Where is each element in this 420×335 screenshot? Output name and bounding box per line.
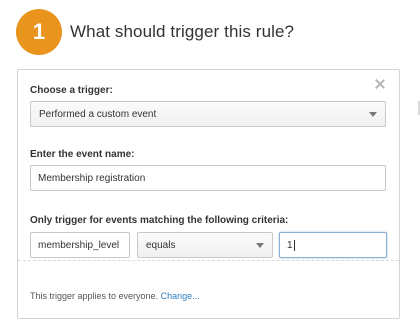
criteria-value-text: 1 [287, 239, 293, 251]
step-header: 1 What should trigger this rule? [16, 9, 294, 55]
trigger-select[interactable]: Performed a custom event [30, 101, 386, 127]
criteria-field-value: membership_level [38, 239, 120, 251]
criteria-operator-select[interactable]: equals [137, 232, 273, 258]
chevron-down-icon [369, 112, 377, 117]
card-divider [18, 260, 399, 261]
criteria-label: Only trigger for events matching the fol… [30, 215, 289, 226]
criteria-value-input[interactable]: 1 [279, 232, 387, 258]
step-title: What should trigger this rule? [70, 22, 295, 41]
close-icon[interactable] [375, 79, 385, 89]
text-cursor [293, 239, 295, 251]
trigger-label: Choose a trigger: [30, 85, 113, 96]
chevron-down-icon [256, 243, 264, 248]
event-name-label: Enter the event name: [30, 149, 135, 160]
step-number-badge: 1 [16, 9, 62, 55]
criteria-field-input[interactable]: membership_level [30, 232, 130, 258]
trigger-card: Choose a trigger: Performed a custom eve… [17, 69, 400, 319]
criteria-operator-value: equals [146, 239, 176, 251]
trigger-select-value: Performed a custom event [39, 108, 157, 120]
event-name-input[interactable]: Membership registration [30, 165, 386, 191]
footer-text: This trigger applies to everyone. Change… [30, 291, 200, 301]
event-name-value: Membership registration [38, 172, 146, 184]
change-audience-link[interactable]: Change... [161, 291, 200, 301]
footer-description: This trigger applies to everyone. [30, 291, 159, 301]
